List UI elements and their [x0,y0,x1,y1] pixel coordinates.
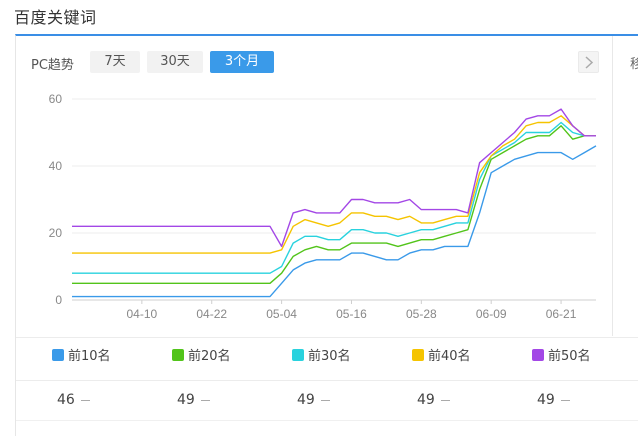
no-change-indicator [201,400,210,401]
x-tick-label: 04-10 [127,307,158,321]
legend-item[interactable]: 前40名 [412,348,471,366]
no-change-indicator [81,400,90,401]
legend-label: 前20名 [188,349,231,364]
legend-item[interactable]: 前50名 [532,348,591,366]
legend-label: 前50名 [548,349,591,364]
no-change-indicator [321,400,330,401]
legend-swatch [52,349,64,361]
no-change-indicator [561,400,570,401]
rank-value: 49 [177,392,210,408]
legend-item[interactable]: 前30名 [292,348,351,366]
series-line-2 [72,123,596,274]
bottom-divider [16,420,638,421]
legend-label: 前40名 [428,349,471,364]
rank-value-number: 49 [297,392,315,408]
series-line-0 [72,146,596,297]
legend-label: 前30名 [308,349,351,364]
rank-value-number: 49 [177,392,195,408]
x-tick-label: 05-28 [406,307,437,321]
x-tick-label: 05-04 [266,307,297,321]
legend-swatch [532,349,544,361]
legend-label: 前10名 [68,349,111,364]
rank-value-number: 49 [417,392,435,408]
no-change-indicator [441,400,450,401]
y-tick-label: 60 [49,92,63,106]
rank-value: 49 [417,392,450,408]
y-tick-label: 0 [55,293,62,307]
legend-item[interactable]: 前10名 [52,348,111,366]
x-tick-label: 06-09 [476,307,507,321]
rank-value: 49 [537,392,570,408]
x-tick-label: 06-21 [546,307,577,321]
rank-value: 46 [57,392,90,408]
trend-chart: 0 20 40 60 04-10 04-22 05-04 05-16 05-28 06-09 06-… [0,0,638,336]
series-line-4 [72,109,596,246]
legend-swatch [172,349,184,361]
legend-item[interactable]: 前20名 [172,348,231,366]
legend-swatch [292,349,304,361]
rank-value-number: 46 [57,392,75,408]
y-tick-label: 20 [49,226,63,240]
rank-value-number: 49 [537,392,555,408]
x-tick-label: 04-22 [196,307,227,321]
rank-value: 49 [297,392,330,408]
y-tick-label: 40 [49,159,63,173]
legend-swatch [412,349,424,361]
x-tick-label: 05-16 [336,307,367,321]
